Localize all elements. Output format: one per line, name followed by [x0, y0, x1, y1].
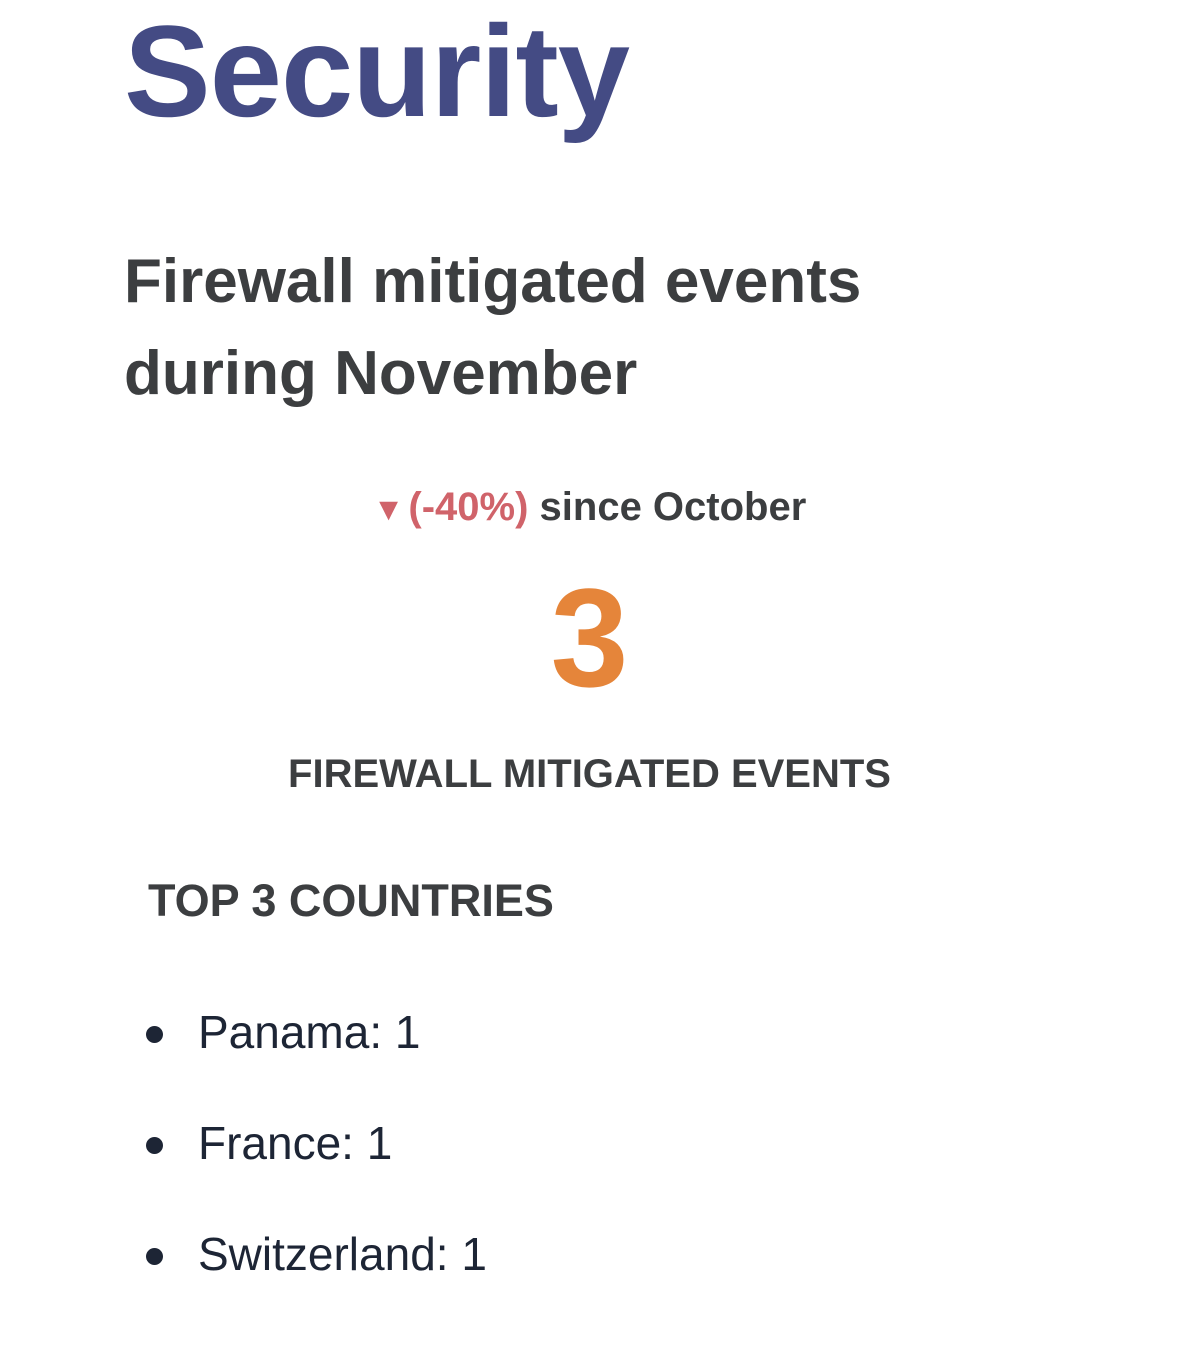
country-text: Switzerland: 1 — [198, 1228, 487, 1280]
countries-heading: TOP 3 COUNTRIES — [148, 875, 554, 926]
country-text: Panama: 1 — [198, 1006, 421, 1058]
bullet-icon — [146, 1026, 163, 1043]
change-suffix: since October — [539, 485, 807, 529]
metric-value: 3 — [550, 559, 629, 716]
country-text: France: 1 — [198, 1117, 393, 1169]
down-arrow-icon: ▼ — [372, 491, 405, 527]
change-indicator: ▼ (-40%) since October — [0, 482, 1179, 534]
bullet-icon — [146, 1137, 163, 1154]
section-title: Firewall mitigated events during Novembe… — [124, 247, 862, 408]
bullet-icon — [146, 1248, 163, 1265]
page-title: Security — [124, 0, 630, 144]
metric-label: FIREWALL MITIGATED EVENTS — [288, 752, 891, 796]
change-percent: (-40%) — [408, 485, 529, 529]
